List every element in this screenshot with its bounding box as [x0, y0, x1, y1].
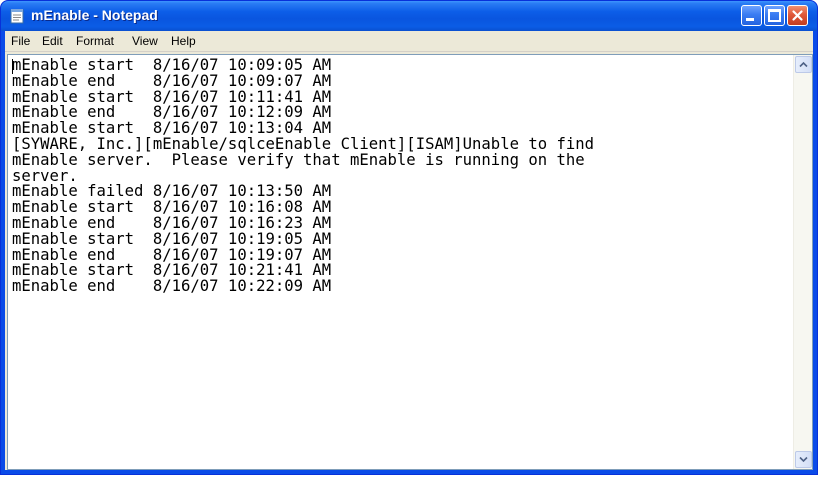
window-client-area: File Edit Format View Help mEnable start… — [5, 31, 813, 470]
menu-view[interactable]: View — [132, 34, 158, 48]
menu-help[interactable]: Help — [171, 34, 196, 48]
text-editor[interactable]: mEnable start 8/16/07 10:09:05 AM mEnabl… — [7, 54, 813, 470]
window-title: mEnable - Notepad — [31, 7, 158, 23]
minimize-icon — [746, 18, 754, 21]
menu-file[interactable]: File — [11, 34, 30, 48]
vertical-scrollbar[interactable] — [793, 55, 812, 469]
notepad-window: mEnable - Notepad File Edit Format View … — [0, 0, 818, 475]
title-bar[interactable]: mEnable - Notepad — [1, 1, 817, 31]
menu-edit[interactable]: Edit — [42, 34, 63, 48]
menu-format[interactable]: Format — [76, 34, 114, 48]
chevron-down-icon — [799, 456, 808, 463]
minimize-button[interactable] — [741, 5, 762, 26]
close-button[interactable] — [787, 5, 808, 26]
maximize-icon — [768, 9, 781, 22]
document-text[interactable]: mEnable start 8/16/07 10:09:05 AM mEnabl… — [12, 58, 790, 467]
maximize-button[interactable] — [764, 5, 785, 26]
scroll-up-button[interactable] — [795, 56, 812, 73]
text-caret — [12, 59, 13, 74]
notepad-icon[interactable] — [9, 8, 25, 24]
scroll-down-button[interactable] — [795, 451, 812, 468]
chevron-up-icon — [799, 61, 808, 68]
close-icon — [792, 10, 803, 21]
menu-bar: File Edit Format View Help — [5, 31, 813, 52]
